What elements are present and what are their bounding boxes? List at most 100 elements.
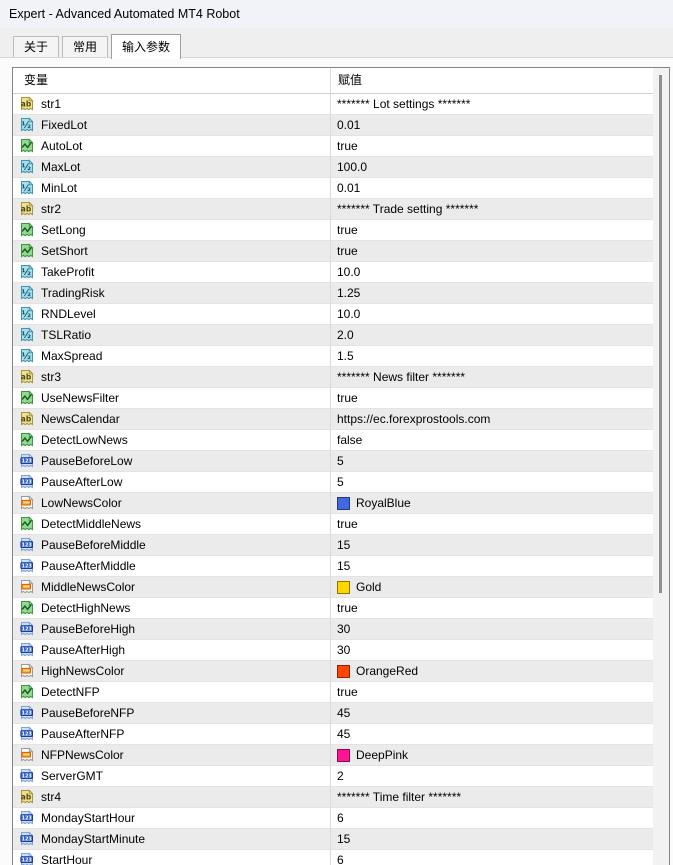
table-row[interactable]: ½ TakeProfit 10.0	[13, 262, 653, 283]
boolean-icon	[19, 684, 35, 700]
tab-common[interactable]: 常用	[62, 36, 109, 58]
value-cell[interactable]: 1.25	[330, 283, 653, 303]
table-row[interactable]: SetLong true	[13, 220, 653, 241]
variable-name: MondayStartHour	[41, 811, 136, 825]
vertical-scrollbar[interactable]	[653, 68, 669, 865]
table-row[interactable]: 123 PauseAfterHigh 30	[13, 640, 653, 661]
variable-cell: HighNewsColor	[13, 661, 330, 681]
table-row[interactable]: DetectMiddleNews true	[13, 514, 653, 535]
double-icon: ½	[19, 285, 35, 301]
value-cell[interactable]: true	[330, 598, 653, 618]
value-cell[interactable]: true	[330, 388, 653, 408]
value-cell[interactable]: 0.01	[330, 178, 653, 198]
double-icon: ½	[19, 348, 35, 364]
table-row[interactable]: 123 PauseAfterNFP 45	[13, 724, 653, 745]
table-row[interactable]: ab str4 ******* Time filter *******	[13, 787, 653, 808]
value-cell[interactable]: RoyalBlue	[330, 493, 653, 513]
table-row[interactable]: 123 StartHour 6	[13, 850, 653, 865]
value-cell[interactable]: 5	[330, 451, 653, 471]
value-cell[interactable]: ******* Trade setting *******	[330, 199, 653, 219]
variable-cell: 123 PauseBeforeHigh	[13, 619, 330, 639]
value-cell[interactable]: 45	[330, 724, 653, 744]
table-row[interactable]: 123 MondayStartHour 6	[13, 808, 653, 829]
table-row[interactable]: ab str2 ******* Trade setting *******	[13, 199, 653, 220]
svg-text:123: 123	[21, 648, 32, 654]
table-row[interactable]: LowNewsColor RoyalBlue	[13, 493, 653, 514]
value-text: 30	[337, 622, 351, 636]
boolean-icon	[19, 600, 35, 616]
value-cell[interactable]: true	[330, 514, 653, 534]
variable-name: TradingRisk	[41, 286, 105, 300]
value-cell[interactable]: 15	[330, 829, 653, 849]
table-row[interactable]: ½ RNDLevel 10.0	[13, 304, 653, 325]
value-cell[interactable]: true	[330, 136, 653, 156]
value-cell[interactable]: 2.0	[330, 325, 653, 345]
table-row[interactable]: ½ MaxLot 100.0	[13, 157, 653, 178]
table-row[interactable]: NFPNewsColor DeepPink	[13, 745, 653, 766]
value-cell[interactable]: 10.0	[330, 262, 653, 282]
tab-inputs[interactable]: 输入参数	[111, 34, 182, 59]
value-cell[interactable]: Gold	[330, 577, 653, 597]
value-cell[interactable]: ******* Time filter *******	[330, 787, 653, 807]
table-row[interactable]: DetectHighNews true	[13, 598, 653, 619]
variable-cell: ½ MaxSpread	[13, 346, 330, 366]
value-cell[interactable]: 2	[330, 766, 653, 786]
svg-text:123: 123	[21, 774, 32, 780]
value-cell[interactable]: 45	[330, 703, 653, 723]
table-row[interactable]: 123 PauseBeforeLow 5	[13, 451, 653, 472]
table-row[interactable]: DetectLowNews false	[13, 430, 653, 451]
value-cell[interactable]: ******* News filter *******	[330, 367, 653, 387]
table-row[interactable]: 123 PauseBeforeMiddle 15	[13, 535, 653, 556]
table-row[interactable]: 123 MondayStartMinute 15	[13, 829, 653, 850]
table-row[interactable]: DetectNFP true	[13, 682, 653, 703]
value-cell[interactable]: 6	[330, 850, 653, 865]
table-row[interactable]: 123 ServerGMT 2	[13, 766, 653, 787]
integer-icon: 123	[19, 726, 35, 742]
table-row[interactable]: ½ FixedLot 0.01	[13, 115, 653, 136]
table-row[interactable]: 123 PauseBeforeNFP 45	[13, 703, 653, 724]
value-cell[interactable]: true	[330, 682, 653, 702]
value-cell[interactable]: 30	[330, 640, 653, 660]
value-cell[interactable]: true	[330, 241, 653, 261]
value-cell[interactable]: 1.5	[330, 346, 653, 366]
value-text: 15	[337, 559, 351, 573]
table-row[interactable]: ½ MaxSpread 1.5	[13, 346, 653, 367]
value-cell[interactable]: DeepPink	[330, 745, 653, 765]
variable-name: str4	[41, 790, 62, 804]
tab-about[interactable]: 关于	[13, 36, 60, 58]
value-cell[interactable]: ******* Lot settings *******	[330, 94, 653, 114]
table-row[interactable]: ½ TSLRatio 2.0	[13, 325, 653, 346]
table-row[interactable]: SetShort true	[13, 241, 653, 262]
variable-name: StartHour	[41, 853, 93, 865]
table-row[interactable]: ab str3 ******* News filter *******	[13, 367, 653, 388]
table-row[interactable]: 123 PauseAfterMiddle 15	[13, 556, 653, 577]
value-cell[interactable]: 0.01	[330, 115, 653, 135]
value-cell[interactable]: 6	[330, 808, 653, 828]
table-row[interactable]: ½ TradingRisk 1.25	[13, 283, 653, 304]
table-row[interactable]: HighNewsColor OrangeRed	[13, 661, 653, 682]
value-cell[interactable]: true	[330, 220, 653, 240]
table-row[interactable]: ab NewsCalendar https://ec.forexprostool…	[13, 409, 653, 430]
table-row[interactable]: MiddleNewsColor Gold	[13, 577, 653, 598]
value-cell[interactable]: 100.0	[330, 157, 653, 177]
value-cell[interactable]: 15	[330, 556, 653, 576]
variable-cell: 123 ServerGMT	[13, 766, 330, 786]
table-row[interactable]: 123 PauseAfterLow 5	[13, 472, 653, 493]
variable-name: str2	[41, 202, 62, 216]
value-cell[interactable]: 10.0	[330, 304, 653, 324]
svg-text:½: ½	[22, 162, 31, 173]
value-cell[interactable]: 30	[330, 619, 653, 639]
value-cell[interactable]: 15	[330, 535, 653, 555]
table-row[interactable]: ab str1 ******* Lot settings *******	[13, 94, 653, 115]
table-row[interactable]: AutoLot true	[13, 136, 653, 157]
table-row[interactable]: ½ MinLot 0.01	[13, 178, 653, 199]
value-cell[interactable]: false	[330, 430, 653, 450]
table-row[interactable]: 123 PauseBeforeHigh 30	[13, 619, 653, 640]
table-row[interactable]: UseNewsFilter true	[13, 388, 653, 409]
scrollbar-thumb[interactable]	[659, 75, 662, 593]
value-cell[interactable]: OrangeRed	[330, 661, 653, 681]
value-cell[interactable]: https://ec.forexprostools.com	[330, 409, 653, 429]
value-cell[interactable]: 5	[330, 472, 653, 492]
variable-cell: ½ MaxLot	[13, 157, 330, 177]
variable-name: NFPNewsColor	[41, 748, 124, 762]
